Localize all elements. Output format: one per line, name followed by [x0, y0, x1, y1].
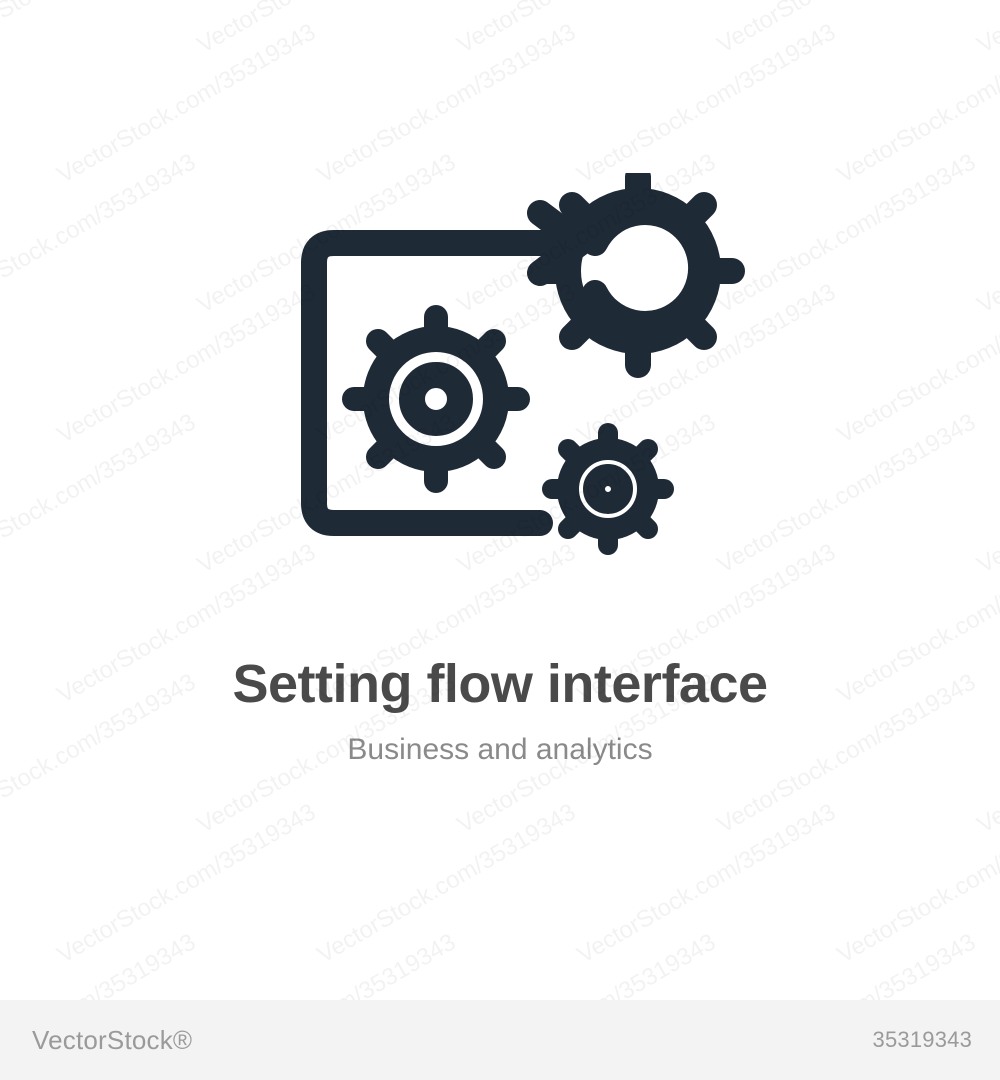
icon-subtitle: Business and analytics: [347, 733, 652, 767]
setting-flow-interface-icon: [240, 173, 760, 573]
icon-title: Setting flow interface: [232, 653, 767, 715]
preview-canvas: VectorStock.com/35319343VectorStock.com/…: [0, 0, 1000, 1000]
stock-id-label: 35319343: [873, 1027, 972, 1053]
brand-label: VectorStock®: [32, 1025, 192, 1056]
attribution-bar: VectorStock® 35319343: [0, 1000, 1000, 1080]
